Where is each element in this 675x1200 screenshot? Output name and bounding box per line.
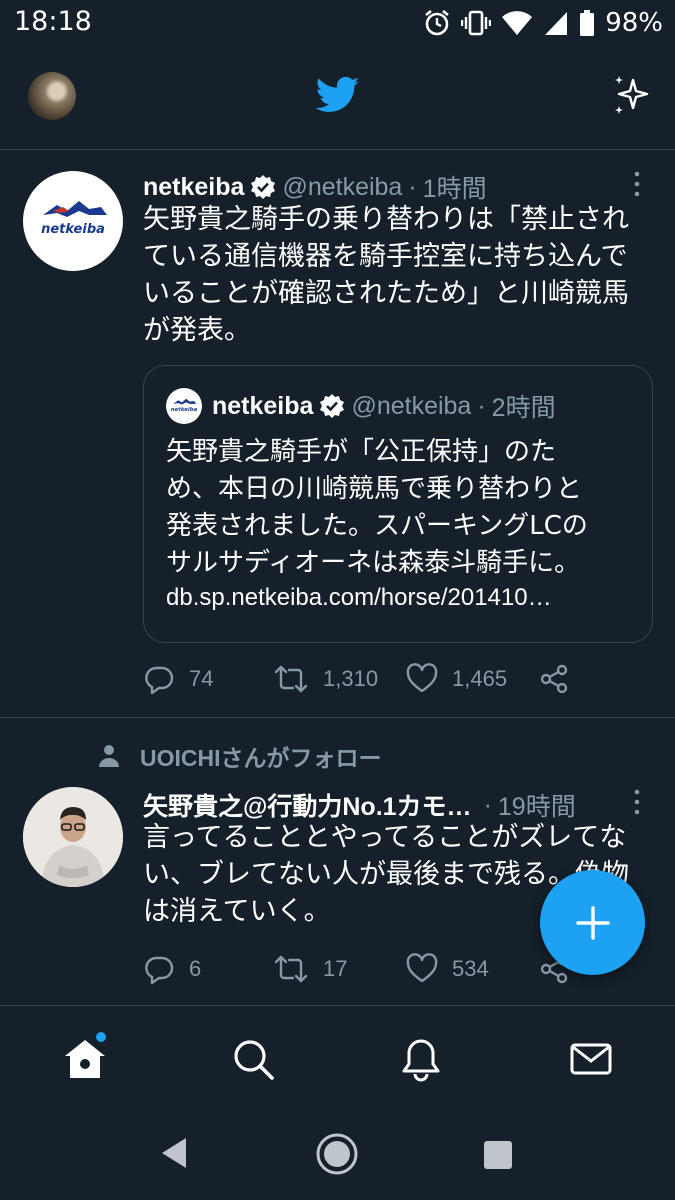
retweet-count: 1,310 [323, 666, 379, 691]
tweet-header: 矢野貴之@行動力No.1カモ… · 19時間 [143, 787, 576, 823]
quote-text-line: 矢野貴之騎手が「公正保持」のた [166, 437, 557, 467]
separator: · [408, 172, 417, 201]
tweet-text-line: が発表。 [143, 315, 251, 346]
vibrate-icon [461, 10, 492, 36]
signal-icon [545, 12, 568, 35]
heart-icon [406, 663, 438, 693]
social-context-text[interactable]: UOICHIさんがフォロー [140, 739, 382, 773]
system-nav-bar [0, 1108, 675, 1200]
heart-icon [406, 953, 438, 983]
svg-text:netkeiba: netkeiba [171, 407, 198, 413]
tweet-header: netkeiba @netkeiba · 1時間 [143, 169, 487, 205]
back-icon[interactable] [158, 1136, 190, 1170]
quote-timestamp: 2時間 [491, 394, 556, 422]
recents-icon[interactable] [482, 1139, 514, 1171]
sparkle-icon[interactable] [607, 72, 655, 120]
netkeiba-logo: netkeiba [171, 398, 198, 413]
bottom-nav [0, 1005, 675, 1108]
status-icons: 98% [423, 8, 663, 38]
social-context: UOICHIさんがフォロー [98, 739, 382, 773]
handle[interactable]: @netkeiba [282, 173, 402, 202]
reply-button[interactable]: 6 [143, 953, 273, 985]
search-icon[interactable] [230, 1036, 276, 1082]
retweet-button[interactable]: 1,310 [273, 663, 406, 695]
status-time: 18:18 [14, 6, 92, 37]
quote-link[interactable]: db.sp.netkeiba.com/horse/201410… [166, 584, 636, 612]
retweet-button[interactable]: 17 [273, 953, 406, 985]
unread-dot [96, 1032, 106, 1042]
netkeiba-avatar[interactable]: netkeiba [23, 171, 123, 271]
verified-badge-icon [320, 394, 345, 418]
like-count: 1,465 [452, 666, 508, 691]
profile-avatar[interactable] [28, 72, 76, 120]
retweet-icon [274, 665, 308, 693]
alarm-icon [425, 9, 450, 36]
like-count: 534 [452, 956, 489, 981]
share-icon[interactable] [538, 663, 570, 695]
tweet-netkeiba[interactable]: netkeiba netkeiba @netkeiba · 1時間 矢野貴之騎手… [0, 151, 675, 718]
reply-count: 6 [189, 956, 202, 981]
separator: · [477, 391, 486, 420]
person-icon [99, 745, 119, 767]
quote-text: 矢野貴之騎手が「公正保持」のた め、本日の川崎競馬で乗り替わりと 発表されました… [166, 434, 636, 582]
tweet-text-line: 言ってることとやってることがズレてな [143, 822, 627, 853]
retweet-count: 17 [323, 956, 348, 981]
quote-text-line: 発表されました。スパーキングLCの [166, 511, 588, 541]
verified-badge-icon [251, 175, 276, 199]
quote-header: netkeiba @netkeiba · 2時間 [212, 388, 556, 424]
compose-button[interactable] [540, 870, 645, 975]
quoted-tweet[interactable]: netkeiba netkeiba @netkeiba · 2時間 矢野貴之騎手… [143, 365, 653, 643]
display-name[interactable]: netkeiba [143, 173, 244, 202]
battery-percent: 98% [605, 8, 663, 38]
svg-text:netkeiba: netkeiba [41, 222, 105, 237]
quote-display-name: netkeiba [212, 391, 314, 420]
quote-text-line: サルサディオーネは森泰斗騎手に。 [166, 548, 581, 578]
app-header [0, 46, 675, 150]
more-icon[interactable] [627, 169, 647, 199]
retweet-icon [274, 955, 308, 983]
like-button[interactable]: 534 [406, 953, 538, 985]
notifications-icon[interactable] [398, 1036, 444, 1082]
netkeiba-logo: netkeiba [41, 201, 107, 237]
twitter-bird-icon [316, 76, 360, 112]
more-icon[interactable] [627, 787, 647, 817]
reply-count: 74 [189, 666, 214, 691]
reply-button[interactable]: 74 [143, 663, 273, 695]
yano-avatar[interactable] [23, 787, 123, 887]
battery-icon [580, 10, 595, 36]
quote-text-line: め、本日の川崎競馬で乗り替わりと [166, 474, 583, 504]
quote-handle: @netkeiba [351, 391, 472, 420]
reply-icon [145, 956, 174, 985]
wifi-icon [502, 11, 533, 36]
tweet-text-line: 矢野貴之騎手の乗り替わりは「禁止され [143, 204, 629, 235]
tweet-actions: 6 17 534 [143, 953, 570, 985]
plus-icon [575, 905, 610, 940]
timestamp[interactable]: 1時間 [423, 169, 487, 205]
quote-avatar: netkeiba [166, 388, 202, 424]
tweet-text-line: ている通信機器を騎手控室に持ち込んで [143, 241, 628, 272]
display-name[interactable]: 矢野貴之@行動力No.1カモ… [143, 787, 472, 823]
messages-icon[interactable] [568, 1036, 614, 1082]
person-photo [23, 787, 123, 887]
reply-icon [145, 666, 174, 695]
status-bar: 18:18 98% [0, 0, 675, 46]
like-button[interactable]: 1,465 [406, 663, 538, 695]
separator: · [483, 790, 492, 819]
timestamp[interactable]: 19時間 [498, 787, 576, 823]
home-icon[interactable] [62, 1036, 108, 1082]
home-circle-icon[interactable] [315, 1132, 359, 1176]
tweet-actions: 74 1,310 1,465 [143, 663, 570, 695]
tweet-text: 矢野貴之騎手の乗り替わりは「禁止され ている通信機器を騎手控室に持ち込んで いる… [143, 201, 653, 349]
tweet-text-line: いることが確認されたため」と川崎競馬 [143, 278, 629, 309]
